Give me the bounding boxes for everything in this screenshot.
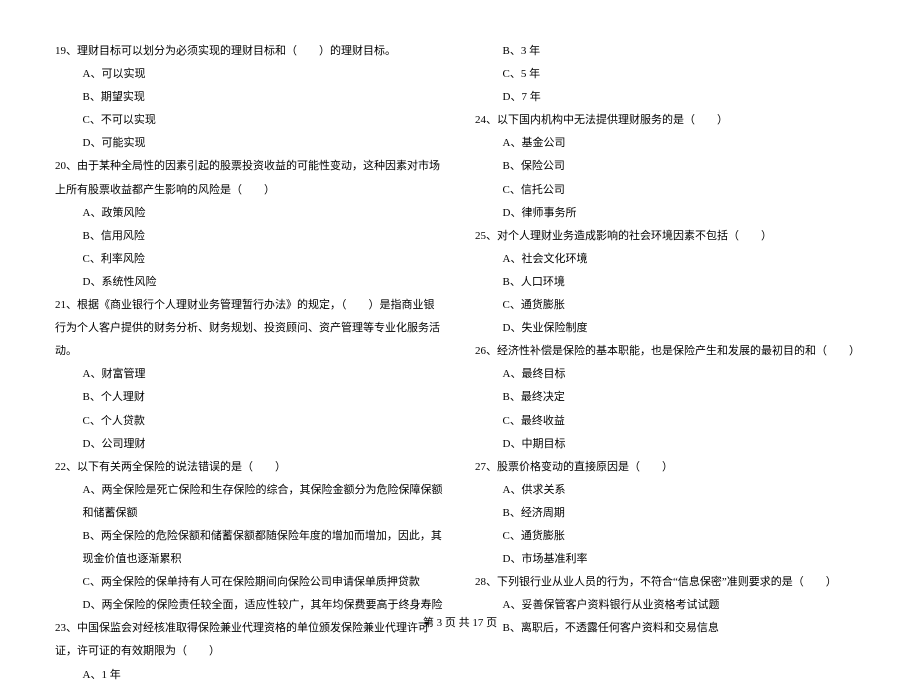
q24-opt-c: C、信托公司 (475, 179, 865, 202)
q26-opt-b: B、最终决定 (475, 386, 865, 409)
q27-opt-a: A、供求关系 (475, 479, 865, 502)
q21-opt-b: B、个人理财 (55, 386, 445, 409)
q22-opt-c: C、两全保险的保单持有人可在保险期间向保险公司申请保单质押贷款 (55, 571, 445, 594)
q25-stem: 25、对个人理财业务造成影响的社会环境因素不包括（ ） (475, 225, 865, 248)
page-footer: 第 3 页 共 17 页 (0, 614, 920, 630)
q25-opt-b: B、人口环境 (475, 271, 865, 294)
q19-opt-c: C、不可以实现 (55, 109, 445, 132)
q20-opt-b: B、信用风险 (55, 225, 445, 248)
q23-opt-d: D、7 年 (475, 86, 865, 109)
q25-opt-a: A、社会文化环境 (475, 248, 865, 271)
q24-opt-a: A、基金公司 (475, 132, 865, 155)
left-column: 19、理财目标可以划分为必须实现的理财目标和（ ）的理财目标。 A、可以实现 B… (55, 40, 445, 687)
q24-opt-d: D、律师事务所 (475, 202, 865, 225)
q27-stem: 27、股票价格变动的直接原因是（ ） (475, 456, 865, 479)
q22-opt-a: A、两全保险是死亡保险和生存保险的综合，其保险金额分为危险保障保额和储蓄保额 (55, 479, 445, 525)
q19-opt-b: B、期望实现 (55, 86, 445, 109)
q22-stem: 22、以下有关两全保险的说法错误的是（ ） (55, 456, 445, 479)
q19-opt-a: A、可以实现 (55, 63, 445, 86)
q23-opt-c: C、5 年 (475, 63, 865, 86)
q21-opt-c: C、个人贷款 (55, 410, 445, 433)
q21-opt-d: D、公司理财 (55, 433, 445, 456)
q26-opt-a: A、最终目标 (475, 363, 865, 386)
right-column: B、3 年 C、5 年 D、7 年 24、以下国内机构中无法提供理财服务的是（ … (475, 40, 865, 687)
page-content: 19、理财目标可以划分为必须实现的理财目标和（ ）的理财目标。 A、可以实现 B… (0, 0, 920, 687)
q19-stem: 19、理财目标可以划分为必须实现的理财目标和（ ）的理财目标。 (55, 40, 445, 63)
q27-opt-c: C、通货膨胀 (475, 525, 865, 548)
q20-opt-d: D、系统性风险 (55, 271, 445, 294)
q23-opt-b: B、3 年 (475, 40, 865, 63)
q20-stem: 20、由于某种全局性的因素引起的股票投资收益的可能性变动，这种因素对市场上所有股… (55, 155, 445, 201)
q24-opt-b: B、保险公司 (475, 155, 865, 178)
q26-opt-d: D、中期目标 (475, 433, 865, 456)
q25-opt-d: D、失业保险制度 (475, 317, 865, 340)
q20-opt-a: A、政策风险 (55, 202, 445, 225)
q23-opt-a: A、1 年 (55, 664, 445, 687)
q27-opt-b: B、经济周期 (475, 502, 865, 525)
q28-stem: 28、下列银行业从业人员的行为，不符合“信息保密”准则要求的是（ ） (475, 571, 865, 594)
q21-stem: 21、根据《商业银行个人理财业务管理暂行办法》的规定，（ ）是指商业银行为个人客… (55, 294, 445, 363)
q25-opt-c: C、通货膨胀 (475, 294, 865, 317)
q22-opt-b: B、两全保险的危险保额和储蓄保额都随保险年度的增加而增加，因此，其现金价值也逐渐… (55, 525, 445, 571)
q26-stem: 26、经济性补偿是保险的基本职能，也是保险产生和发展的最初目的和（ ） (475, 340, 865, 363)
q26-opt-c: C、最终收益 (475, 410, 865, 433)
q19-opt-d: D、可能实现 (55, 132, 445, 155)
q21-opt-a: A、财富管理 (55, 363, 445, 386)
q24-stem: 24、以下国内机构中无法提供理财服务的是（ ） (475, 109, 865, 132)
q20-opt-c: C、利率风险 (55, 248, 445, 271)
q27-opt-d: D、市场基准利率 (475, 548, 865, 571)
